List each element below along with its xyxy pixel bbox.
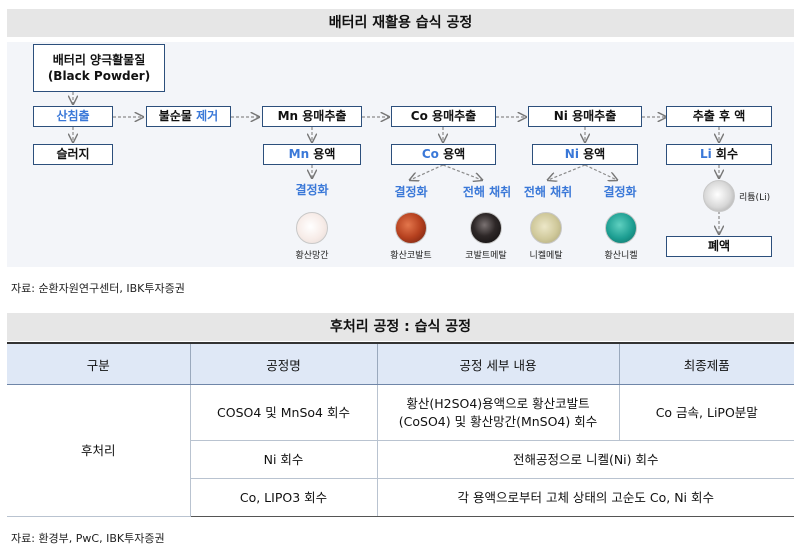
process-detail-line1: 황산(H2SO4)용액으로 황산코발트: [406, 396, 590, 411]
mn-extraction-box: Mn 용매추출: [262, 106, 362, 127]
arrow-ni-branch2: [584, 164, 617, 180]
lithium-caption: 리튬(Li): [739, 193, 771, 203]
ni-solution-element: Ni: [564, 147, 579, 162]
ni-solution-text: 용액: [578, 147, 606, 162]
table-header-row: 구분 공정명 공정 세부 내용 최종제품: [7, 342, 794, 385]
cobalt-metal-caption: 코발트메탈: [465, 251, 507, 261]
mn-crystallization-label: 결정화: [295, 183, 329, 197]
header-process-detail: 공정 세부 내용: [376, 342, 620, 385]
process-detail-line2: (CoSO4) 및 황산망간(MnSO4) 회수: [398, 413, 598, 429]
header-process-name: 공정명: [189, 342, 378, 385]
cobalt-metal-image: [470, 212, 502, 244]
arrow-co-branch1: [410, 164, 444, 180]
ni-extraction-box: Ni 용매추출: [528, 106, 642, 127]
black-powder-box: 배터리 양극활물질 (Black Powder): [33, 44, 165, 92]
waste-liquid-box: 폐액: [666, 236, 772, 257]
lithium-image: [703, 180, 735, 212]
mn-solution-box: Mn 용액: [263, 144, 361, 165]
nickel-sulfate-caption: 황산니켈: [604, 251, 638, 261]
impurity-prefix: 불순물: [158, 109, 197, 124]
impurity-removal-box: 불순물 제거: [146, 106, 231, 127]
li-recovery-box: Li 회수: [666, 144, 772, 165]
arrow-ni-branch1: [548, 164, 586, 180]
co-solution-element: Co: [421, 147, 439, 162]
process-name-cell: Ni 회수: [190, 440, 378, 479]
process-name-cell: COSO4 및 MnSo4 회수: [189, 384, 378, 441]
mn-solution-text: 용액: [309, 147, 336, 162]
final-product-cell: Co 금속, LiPO분말: [618, 384, 794, 441]
ni-electrowinning-label: 전해 채취: [523, 185, 573, 199]
header-final-product: 최종제품: [618, 342, 794, 385]
process-detail-cell: 각 용액으로부터 고체 상태의 고순도 Co, Ni 회수: [376, 478, 794, 517]
process-detail-cell: 황산(H2SO4)용액으로 황산코발트 (CoSO4) 및 황산망간(MnSO4…: [376, 384, 620, 441]
cobalt-sulfate-caption: 황산코발트: [390, 251, 432, 261]
arrow-co-branch2: [442, 164, 482, 180]
li-recovery-element: Li: [699, 147, 712, 162]
co-electrowinning-label: 전해 채취: [462, 185, 512, 199]
leach-box: 산침출: [33, 106, 113, 127]
ni-solution-box: Ni 용액: [532, 144, 638, 165]
nickel-metal-caption: 니켈메탈: [529, 251, 563, 261]
manganese-sulfate-caption: 황산망간: [295, 251, 329, 261]
impurity-suffix: 제거: [196, 109, 219, 124]
sludge-box: 슬러지: [33, 144, 113, 165]
mn-solution-element: Mn: [288, 147, 310, 162]
header-category: 구분: [7, 342, 191, 385]
nickel-sulfate-image: [605, 212, 637, 244]
co-solution-text: 용액: [438, 147, 466, 162]
manganese-sulfate-image: [296, 212, 328, 244]
post-process-table: 구분 공정명 공정 세부 내용 최종제품 후처리 COSO4 및 MnSo4 회…: [7, 342, 794, 517]
ni-crystallization-label: 결정화: [603, 185, 637, 199]
li-recovery-text: 회수: [711, 147, 739, 162]
bottom-source-note: 자료: 환경부, PwC, IBK투자증권: [11, 532, 165, 545]
post-process-title: 후처리 공정 : 습식 공정: [7, 313, 794, 341]
top-source-note: 자료: 순환자원연구센터, IBK투자증권: [11, 282, 185, 295]
co-solution-box: Co 용액: [391, 144, 496, 165]
black-powder-line1: 배터리 양극활물질: [52, 52, 146, 67]
process-name-cell: Co, LIPO3 회수: [190, 478, 378, 517]
table-row: 후처리 COSO4 및 MnSo4 회수 황산(H2SO4)용액으로 황산코발트…: [7, 384, 794, 517]
black-powder-line2: (Black Powder): [47, 69, 151, 83]
category-cell: 후처리: [7, 384, 191, 517]
co-extraction-box: Co 용매추출: [391, 106, 496, 127]
process-detail-cell: 전해공정으로 니켈(Ni) 회수: [376, 440, 794, 479]
co-crystallization-label: 결정화: [394, 185, 428, 199]
cobalt-sulfate-image: [395, 212, 427, 244]
nickel-metal-image: [530, 212, 562, 244]
post-extraction-box: 추출 후 액: [666, 106, 772, 127]
